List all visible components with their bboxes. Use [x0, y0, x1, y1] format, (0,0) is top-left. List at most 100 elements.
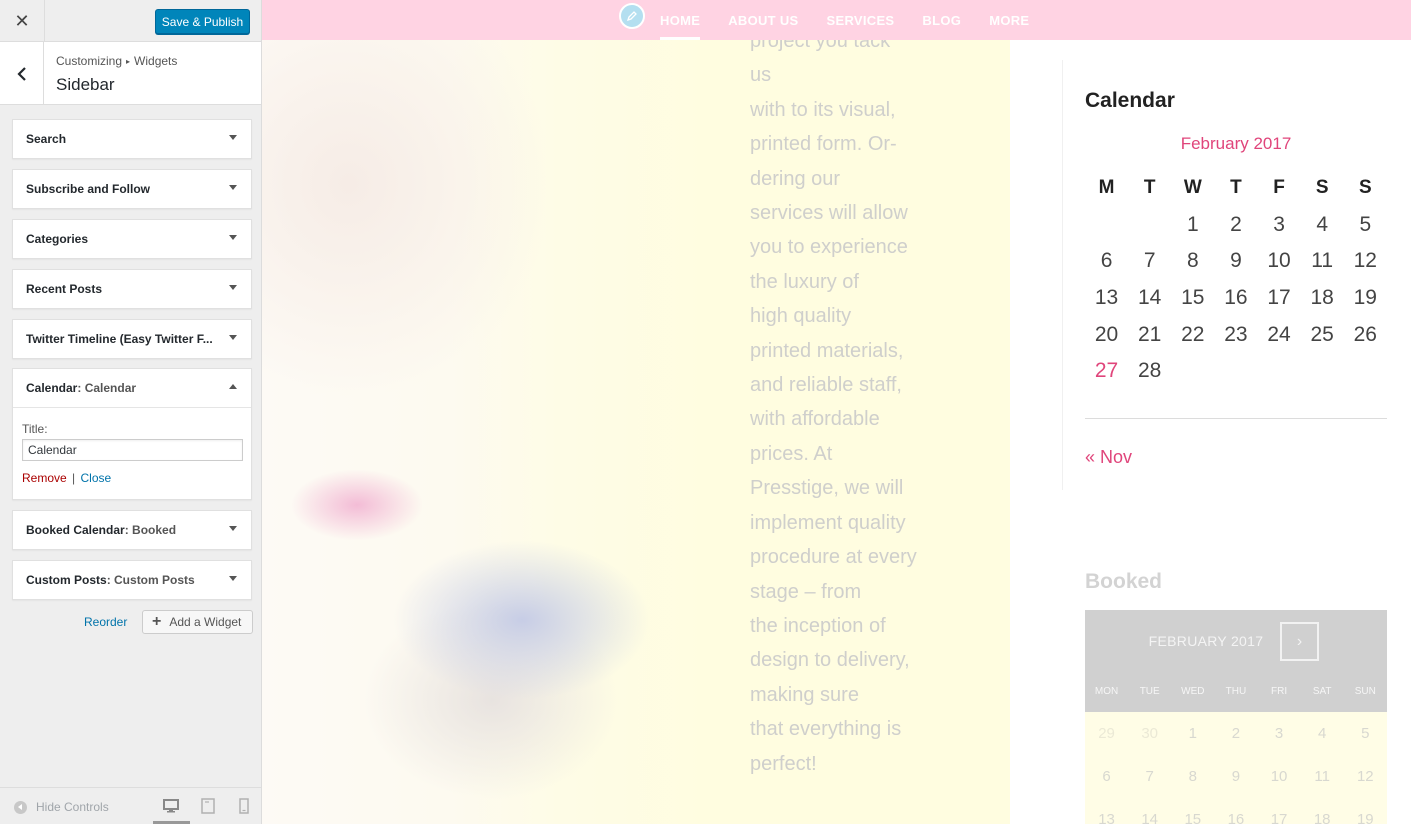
- widget-subscribe-follow[interactable]: Subscribe and Follow: [12, 169, 252, 209]
- booked-day[interactable]: 7: [1128, 768, 1171, 785]
- widget-header[interactable]: Recent Posts: [13, 270, 251, 308]
- edit-shortcut-button[interactable]: [619, 3, 645, 29]
- widget-header[interactable]: Custom Posts: Custom Posts: [13, 561, 251, 599]
- calendar-day: 24: [1267, 322, 1291, 346]
- booked-day[interactable]: 5: [1344, 725, 1387, 742]
- booked-day[interactable]: 3: [1258, 725, 1301, 742]
- nav-services[interactable]: SERVICES: [827, 13, 895, 28]
- calendar-day: 9: [1230, 249, 1242, 273]
- nav-about-us[interactable]: ABOUT US: [728, 13, 798, 28]
- widget-recent-posts[interactable]: Recent Posts: [12, 269, 252, 309]
- booked-next-button[interactable]: ›: [1280, 622, 1319, 661]
- widget-search[interactable]: Search: [12, 119, 252, 159]
- weekday-label: F: [1273, 177, 1285, 199]
- calendar-day: 4: [1316, 212, 1329, 236]
- nav-more[interactable]: MORE: [989, 13, 1029, 28]
- booked-weekday: TUE: [1139, 686, 1160, 697]
- calendar-day: 16: [1224, 286, 1248, 310]
- sidebar-divider: [1062, 60, 1063, 490]
- close-link[interactable]: Close: [81, 471, 112, 485]
- title-field[interactable]: [22, 439, 243, 461]
- triangle-down-icon[interactable]: [229, 576, 237, 581]
- calendar-prev-link[interactable]: « Nov: [1085, 447, 1132, 468]
- calendar-day: 10: [1267, 249, 1291, 273]
- body-text: project you tack us with to its visual, pri…: [750, 24, 940, 781]
- save-publish-button[interactable]: Save & Publish: [155, 9, 250, 34]
- body-text-line: design to delivery,: [750, 649, 910, 672]
- nav-blog[interactable]: BLOG: [922, 13, 961, 28]
- mobile-preview-icon[interactable]: [235, 797, 253, 815]
- plus-icon: +: [152, 613, 162, 630]
- weekday-label: S: [1358, 177, 1372, 199]
- widget-custom-posts[interactable]: Custom Posts: Custom Posts: [12, 560, 252, 600]
- booked-day[interactable]: 18: [1301, 811, 1344, 824]
- widget-title: Subscribe and Follow: [26, 182, 151, 196]
- widget-header[interactable]: Booked Calendar: Booked: [13, 511, 251, 549]
- desktop-preview-icon[interactable]: [162, 797, 180, 815]
- widget-header[interactable]: Subscribe and Follow: [13, 170, 251, 208]
- booked-week-row: 29 30 1 2 3 4 5: [1085, 712, 1387, 755]
- triangle-down-icon[interactable]: [229, 135, 237, 140]
- booked-day[interactable]: 19: [1344, 811, 1387, 824]
- booked-day[interactable]: 16: [1214, 811, 1257, 824]
- booked-day[interactable]: 30: [1128, 725, 1171, 742]
- booked-day[interactable]: 9: [1214, 768, 1257, 785]
- booked-day[interactable]: 6: [1085, 768, 1128, 785]
- booked-day[interactable]: 1: [1171, 725, 1214, 742]
- triangle-down-icon[interactable]: [229, 526, 237, 531]
- triangle-down-icon[interactable]: [229, 235, 237, 240]
- hide-controls-label: Hide Controls: [36, 800, 109, 814]
- booked-calendar: FEBRUARY 2017 › MON TUE WED THU FRI SAT SUN 29…: [1085, 610, 1387, 824]
- widget-calendar[interactable]: Calendar: Calendar Title: Remove | Close: [12, 368, 252, 500]
- triangle-up-icon[interactable]: [229, 384, 237, 389]
- pencil-icon: [626, 11, 637, 22]
- widget-header[interactable]: Search: [13, 120, 251, 158]
- widget-twitter-timeline[interactable]: Twitter Timeline (Easy Twitter F...: [12, 319, 252, 359]
- widget-categories[interactable]: Categories: [12, 219, 252, 259]
- booked-weekday: SAT: [1312, 686, 1332, 697]
- widget-title: Search: [26, 132, 67, 146]
- calendar-week-row: 20 21 22 23 24 25 26: [1085, 316, 1387, 353]
- triangle-down-icon[interactable]: [229, 335, 237, 340]
- reorder-link[interactable]: Reorder: [84, 615, 127, 629]
- widget-booked-calendar[interactable]: Booked Calendar: Booked: [12, 510, 252, 550]
- booked-day[interactable]: 4: [1301, 725, 1344, 742]
- tablet-preview-icon[interactable]: [199, 797, 217, 815]
- booked-day[interactable]: 17: [1258, 811, 1301, 824]
- booked-day[interactable]: 13: [1085, 811, 1128, 824]
- body-text-line: dering our: [750, 167, 841, 190]
- close-customizer-button[interactable]: ✕: [0, 0, 45, 42]
- booked-day[interactable]: 10: [1258, 768, 1301, 785]
- calendar-day: 25: [1310, 322, 1334, 346]
- calendar-day: 12: [1353, 249, 1377, 273]
- calendar-day: 26: [1353, 322, 1377, 346]
- triangle-down-icon[interactable]: [229, 185, 237, 190]
- back-button[interactable]: [0, 42, 44, 105]
- booked-day[interactable]: 15: [1171, 811, 1214, 824]
- breadcrumb: Customizing ▸ Widgets: [56, 54, 177, 68]
- booked-day[interactable]: 12: [1344, 768, 1387, 785]
- widget-header[interactable]: Categories: [13, 220, 251, 258]
- calendar-day: 14: [1138, 286, 1162, 310]
- triangle-down-icon[interactable]: [229, 285, 237, 290]
- booked-day[interactable]: 8: [1171, 768, 1214, 785]
- body-text-line: stage – from: [750, 580, 862, 603]
- breadcrumb-separator: ▸: [126, 57, 131, 66]
- widget-subtitle: : Calendar: [77, 381, 137, 395]
- booked-day[interactable]: 11: [1301, 768, 1344, 785]
- booked-day[interactable]: 14: [1128, 811, 1171, 824]
- hide-controls-button[interactable]: Hide Controls: [14, 800, 109, 814]
- calendar-divider: [1085, 418, 1387, 419]
- booked-day[interactable]: 2: [1214, 725, 1257, 742]
- calendar-day: 18: [1310, 286, 1334, 310]
- booked-day[interactable]: 29: [1085, 725, 1128, 742]
- nav-home[interactable]: HOME: [660, 13, 701, 40]
- widget-header[interactable]: Twitter Timeline (Easy Twitter F...: [13, 320, 251, 358]
- calendar-day: 6: [1100, 249, 1113, 273]
- widget-header[interactable]: Calendar: Calendar: [13, 369, 251, 407]
- body-text-line: making sure: [750, 683, 859, 706]
- add-widget-button[interactable]: + Add a Widget: [142, 610, 253, 634]
- body-text-line: Presstige, we will: [750, 477, 904, 500]
- remove-link[interactable]: Remove: [22, 471, 67, 485]
- calendar-weekday-row: MTWTFSS: [1085, 170, 1387, 207]
